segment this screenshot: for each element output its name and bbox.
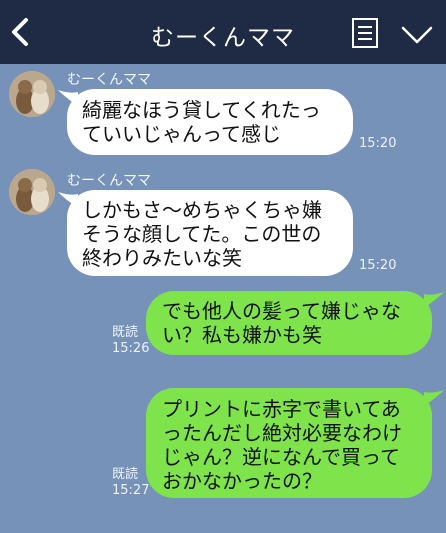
cat-photo-icon bbox=[9, 169, 55, 215]
sender-name: むーくんママ bbox=[67, 72, 151, 88]
message-time: 15:20 bbox=[359, 258, 397, 273]
avatar[interactable] bbox=[9, 169, 55, 215]
message-bubble[interactable]: でも他人の髪って嫌じゃな い？私も嫌かも笑 bbox=[146, 291, 432, 355]
message-bubble[interactable]: 綺麗なほう貸してくれたっ ていいじゃんって感じ bbox=[67, 89, 353, 155]
chevron-down-icon bbox=[401, 26, 433, 44]
message-time: 15:20 bbox=[359, 136, 397, 151]
message-text: しかもさ〜めちゃくちゃ嫌 そうな顔してた。この世の 終わりみたいな笑 bbox=[82, 198, 322, 270]
expand-button[interactable] bbox=[400, 24, 434, 46]
cat-photo-icon bbox=[9, 71, 55, 117]
sender-name: むーくんママ bbox=[67, 173, 151, 189]
list-icon bbox=[352, 18, 378, 48]
avatar[interactable] bbox=[9, 71, 55, 117]
message-time: 15:27 bbox=[112, 483, 150, 498]
bubble-tail bbox=[424, 390, 444, 406]
message-bubble[interactable]: プリントに赤字で書いてあ ったんだし絶対必要なわけ じゃん？逆になんで買って お… bbox=[146, 388, 432, 498]
menu-button[interactable] bbox=[351, 17, 379, 49]
chat-title: むーくんママ bbox=[151, 25, 295, 51]
read-receipt: 既読 bbox=[112, 467, 139, 482]
message-bubble[interactable]: しかもさ〜めちゃくちゃ嫌 そうな顔してた。この世の 終わりみたいな笑 bbox=[67, 190, 353, 276]
bubble-tail bbox=[424, 292, 444, 308]
message-text: 綺麗なほう貸してくれたっ ていいじゃんって感じ bbox=[82, 98, 321, 146]
chat-screen: むーくんママ むーくんママ 綺麗なほう貸してくれたっ ていいじゃんって感じ 15… bbox=[0, 0, 446, 533]
chat-header: むーくんママ bbox=[0, 0, 446, 64]
message-text: プリントに赤字で書いてあ ったんだし絶対必要なわけ じゃん？逆になんで買って お… bbox=[162, 397, 402, 493]
message-time: 15:26 bbox=[112, 341, 150, 356]
read-receipt: 既読 bbox=[112, 325, 139, 340]
message-text: でも他人の髪って嫌じゃな い？私も嫌かも笑 bbox=[162, 299, 401, 347]
